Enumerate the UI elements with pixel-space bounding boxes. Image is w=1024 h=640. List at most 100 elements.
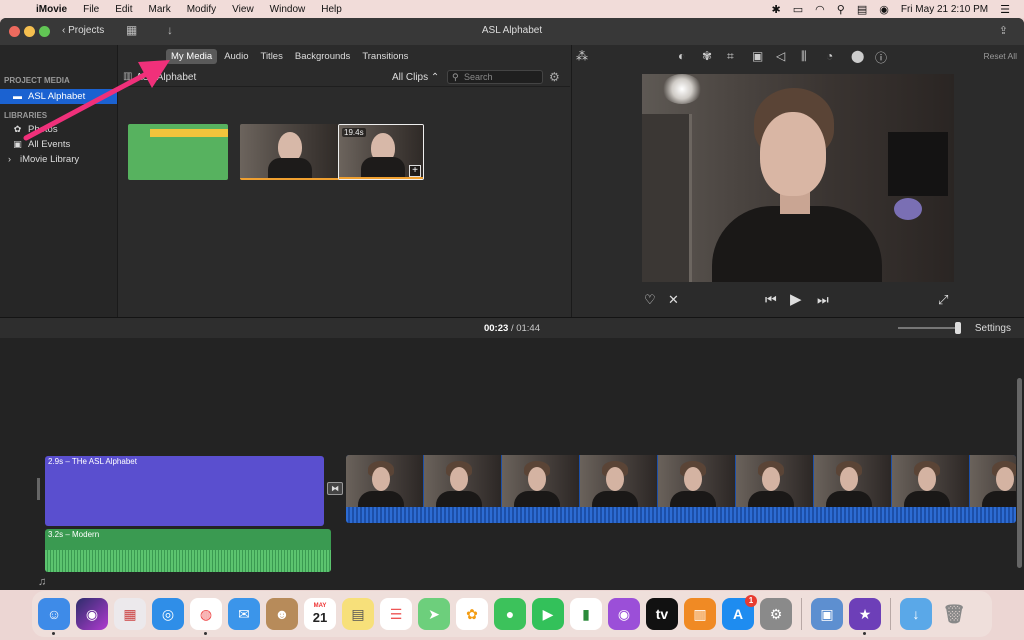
clip-title-bar	[150, 129, 228, 137]
video-preview[interactable]	[642, 74, 954, 282]
stabilization-icon[interactable]: ▣	[752, 49, 763, 63]
skip-forward-icon[interactable]: ⏭	[817, 292, 829, 308]
transition-icon[interactable]: ⧓	[327, 482, 343, 495]
magic-wand-icon[interactable]: ⁂	[576, 49, 588, 63]
info-icon[interactable]: ⓘ	[875, 49, 887, 66]
bluetooth-icon[interactable]: ✱	[772, 3, 781, 16]
color-balance-icon[interactable]: ◐	[678, 49, 685, 63]
video-clip[interactable]	[346, 455, 1016, 523]
notes-icon[interactable]: ▤	[342, 598, 374, 630]
menu-window[interactable]: Window	[262, 4, 314, 15]
trash-icon[interactable]: 🗑	[938, 598, 970, 630]
media-clip-video[interactable]	[240, 124, 340, 180]
tab-transitions[interactable]: Transitions	[357, 49, 413, 64]
reminders-icon[interactable]: ☰	[380, 598, 412, 630]
menu-help[interactable]: Help	[313, 4, 350, 15]
music-clip-label: 3.2s – Modern	[48, 530, 100, 539]
minimize-window-button[interactable]	[24, 26, 35, 37]
calendar-icon[interactable]: MAY 21	[304, 598, 336, 630]
clip-filter-icon[interactable]: ⬤	[851, 49, 864, 63]
apple-tv-icon[interactable]: tv	[646, 598, 678, 630]
sidebar-item-all-events[interactable]: ▣ All Events	[0, 137, 117, 152]
timeline-settings-button[interactable]: Settings	[975, 323, 1011, 334]
reject-icon[interactable]: ✕	[668, 292, 679, 308]
photos-app-icon[interactable]: ✿	[456, 598, 488, 630]
messages-icon[interactable]: ●	[494, 598, 526, 630]
grid-view-icon[interactable]: ▥	[123, 71, 132, 82]
fullscreen-window-button[interactable]	[39, 26, 50, 37]
media-library-toggle-icon[interactable]: ▦	[126, 23, 137, 37]
preview-app-icon[interactable]: ▣	[811, 598, 843, 630]
chrome-icon[interactable]: ◍	[190, 598, 222, 635]
spotlight-search-icon[interactable]: ⚲	[837, 3, 845, 16]
facetime-icon[interactable]: ▶	[532, 598, 564, 630]
zoom-slider[interactable]	[898, 327, 958, 329]
reset-all-button[interactable]: Reset All	[983, 51, 1017, 61]
tab-titles[interactable]: Titles	[256, 49, 288, 64]
maps-icon[interactable]: ➤	[418, 598, 450, 630]
crop-icon[interactable]: ⌗	[727, 49, 734, 64]
import-icon[interactable]: ↓	[167, 23, 173, 37]
launchpad-icon[interactable]: ▦	[114, 598, 146, 630]
search-input[interactable]: ⚲ Search	[447, 70, 543, 84]
projects-back-button[interactable]: ‹ Projects	[62, 25, 104, 36]
equalizer-icon[interactable]: ⫼	[801, 49, 807, 64]
sidebar-item-imovie-library[interactable]: › iMovie Library	[0, 152, 117, 167]
imovie-icon[interactable]: ★	[849, 598, 881, 635]
siri-app-icon[interactable]: ◉	[76, 598, 108, 630]
volume-icon[interactable]: ◁	[776, 49, 785, 63]
skip-back-icon[interactable]: ⏮	[765, 292, 777, 308]
close-window-button[interactable]	[9, 26, 20, 37]
system-preferences-icon[interactable]: ⚙	[760, 598, 792, 630]
color-correction-icon[interactable]: ✾	[702, 49, 712, 63]
battery-icon[interactable]: ▭	[793, 3, 803, 16]
menu-modify[interactable]: Modify	[179, 4, 224, 15]
sidebar-item-label: iMovie Library	[20, 154, 80, 165]
title-clip[interactable]: 2.9s – THe ASL Alphabet	[45, 456, 324, 526]
media-clip-selected[interactable]: 19.4s +	[338, 124, 424, 180]
all-clips-dropdown[interactable]: All Clips ⌃	[392, 72, 439, 83]
media-clip-title[interactable]	[128, 124, 228, 180]
favorite-heart-icon[interactable]: ♡	[644, 292, 656, 308]
app-store-icon[interactable]: A1	[722, 595, 757, 630]
timeline-start-handle[interactable]	[37, 478, 40, 500]
zoom-slider-knob[interactable]	[955, 322, 961, 334]
siri-icon[interactable]: ◉	[879, 3, 889, 16]
menu-file[interactable]: File	[75, 4, 107, 15]
media-browser: ▥ ASL Alphabet All Clips ⌃ ⚲ Search ⚙ 19…	[118, 67, 570, 317]
share-icon[interactable]: ⇪	[999, 24, 1008, 37]
music-clip[interactable]: 3.2s – Modern	[45, 529, 331, 572]
vertical-scrollbar[interactable]	[1017, 378, 1022, 568]
music-note-icon: ♫	[38, 576, 47, 588]
books-icon[interactable]: ▥	[684, 598, 716, 630]
fullscreen-icon[interactable]: ⤢	[938, 292, 948, 308]
menu-app-name[interactable]: iMovie	[28, 4, 75, 15]
menu-view[interactable]: View	[224, 4, 262, 15]
menu-clock[interactable]: Fri May 21 2:10 PM	[901, 4, 988, 15]
add-to-project-button[interactable]: +	[409, 165, 421, 177]
speed-icon[interactable]: ◔	[826, 49, 833, 63]
play-icon[interactable]: ▶	[790, 290, 802, 308]
notification-center-icon[interactable]: ☰	[1000, 3, 1010, 16]
mail-icon[interactable]: ✉	[228, 598, 260, 630]
podcasts-icon[interactable]: ◉	[608, 598, 640, 630]
tab-my-media[interactable]: My Media	[166, 48, 218, 64]
video-filmstrip	[346, 455, 1016, 507]
tab-backgrounds[interactable]: Backgrounds	[290, 49, 355, 64]
finder-icon[interactable]: ☺	[38, 598, 70, 635]
sidebar-item-asl-alphabet[interactable]: ▬ ASL Alphabet	[0, 89, 117, 104]
menu-edit[interactable]: Edit	[107, 4, 140, 15]
preview-flowers	[894, 198, 922, 220]
tab-audio[interactable]: Audio	[219, 49, 253, 64]
timeline-tracks[interactable]: 2.9s – THe ASL Alphabet ⧓ 3.2s – Modern …	[0, 338, 1024, 590]
disclosure-triangle-icon[interactable]: ›	[4, 152, 15, 167]
control-center-icon[interactable]: ▤	[857, 3, 867, 16]
safari-icon[interactable]: ◎	[152, 598, 184, 630]
wifi-icon[interactable]: ◠	[815, 3, 825, 16]
sidebar-item-photos[interactable]: ✿ Photos	[0, 122, 117, 137]
contacts-icon[interactable]: ☻	[266, 598, 298, 630]
numbers-icon[interactable]: ▮	[570, 598, 602, 630]
menu-mark[interactable]: Mark	[140, 4, 178, 15]
gear-icon[interactable]: ⚙	[549, 70, 560, 84]
downloads-folder-icon[interactable]: ↓	[900, 598, 932, 630]
